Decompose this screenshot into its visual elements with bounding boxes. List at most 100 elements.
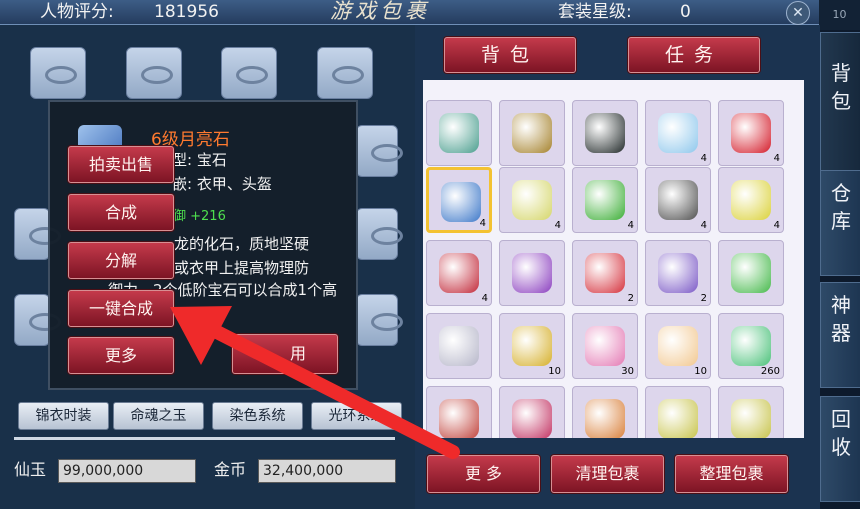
bag-slot[interactable] <box>645 386 711 438</box>
tab-task[interactable]: 任务 <box>628 37 760 73</box>
bag-slot[interactable] <box>572 386 638 438</box>
bag-slot[interactable] <box>426 313 492 379</box>
use-button[interactable]: 用 <box>232 334 338 374</box>
fruit-tree-icon <box>439 399 479 438</box>
more-menu-button[interactable]: 更多 <box>68 337 174 374</box>
bag-slot[interactable]: 4 <box>645 100 711 166</box>
item-count: 10 <box>548 366 561 377</box>
equip-slot[interactable] <box>30 47 86 99</box>
red-gem-icon <box>731 113 771 153</box>
side-tab-bag-char1: 背 <box>831 61 851 85</box>
item-count: 10 <box>694 366 707 377</box>
auction-button[interactable]: 拍卖出售 <box>68 146 174 183</box>
item-count: 2 <box>700 293 707 304</box>
sprout-icon <box>658 399 698 438</box>
bag-slot[interactable] <box>718 240 784 306</box>
purple-star-icon <box>512 253 552 293</box>
bag-slot[interactable]: 4 <box>499 167 565 233</box>
close-icon[interactable]: ✕ <box>792 5 804 21</box>
more-button[interactable]: 更 多 <box>427 455 540 493</box>
bag-slot[interactable]: 10 <box>645 313 711 379</box>
green-star-icon <box>731 253 771 293</box>
bag-slot[interactable]: 4 <box>645 167 711 233</box>
item-count: 4 <box>700 153 707 164</box>
equip-slot[interactable] <box>356 208 403 260</box>
side-tab-bag[interactable]: 背包 <box>820 32 860 172</box>
bag-slot[interactable]: 4 <box>572 167 638 233</box>
ring-icon <box>512 113 552 153</box>
bag-slot[interactable]: 2 <box>572 240 638 306</box>
item-type: 型: 宝石 <box>172 151 227 169</box>
item-count: 4 <box>773 153 780 164</box>
split-button[interactable]: 分解 <box>68 242 174 279</box>
silver-star-icon <box>439 326 479 366</box>
equip-slot[interactable] <box>14 208 61 260</box>
equip-slot[interactable] <box>317 47 373 99</box>
bag-slot[interactable]: 260 <box>718 313 784 379</box>
rating-label: 人物评分: <box>40 2 114 22</box>
side-tab-recycle[interactable]: 回收 <box>820 396 860 502</box>
window-title: 游戏包裹 <box>330 0 430 23</box>
one-key-compose-button[interactable]: 一键合成 <box>68 290 174 327</box>
bag-slot[interactable] <box>718 386 784 438</box>
side-tab-warehouse[interactable]: 仓库 <box>820 170 860 276</box>
equip-slot[interactable] <box>221 47 277 99</box>
compose-button[interactable]: 合成 <box>68 194 174 231</box>
green-crystal-icon <box>731 326 771 366</box>
gold-label: 金币 <box>214 460 247 479</box>
equip-slot[interactable] <box>126 47 182 99</box>
tab-aura[interactable]: 光环系统 <box>311 402 402 430</box>
xianyu-label: 仙玉 <box>14 460 47 479</box>
item-count: 30 <box>621 366 634 377</box>
sort-bag-button[interactable]: 整理包裹 <box>675 455 788 493</box>
bag-slot[interactable] <box>426 386 492 438</box>
item-count: 4 <box>700 220 707 231</box>
side-tab-warehouse-char1: 仓 <box>831 181 851 205</box>
item-inlay: 嵌: 衣甲、头盔 <box>172 175 272 193</box>
bag-slot[interactable] <box>499 100 565 166</box>
side-tab-artifact-char2: 器 <box>831 321 851 345</box>
edge-text: 10 <box>832 8 847 21</box>
red-star-icon <box>585 253 625 293</box>
bag-slot[interactable] <box>426 100 492 166</box>
tab-dye[interactable]: 染色系统 <box>212 402 303 430</box>
side-tab-artifact-char1: 神 <box>831 293 851 317</box>
rating-value: 181956 <box>154 2 219 22</box>
bag-slot[interactable]: 2 <box>645 240 711 306</box>
twin-sprout-icon <box>585 399 625 438</box>
green-gem-icon <box>585 180 625 220</box>
prism-icon <box>585 326 625 366</box>
equip-slot[interactable] <box>356 294 403 346</box>
item-desc-2: 或衣甲上提高物理防 <box>174 259 310 277</box>
item-desc-1: 龙的化石，质地坚硬 <box>174 235 310 253</box>
bag-slot[interactable]: 4 <box>426 167 492 233</box>
sprout-icon-2 <box>731 399 771 438</box>
moonstone-icon <box>441 182 481 222</box>
close-button[interactable]: ✕ <box>786 1 810 25</box>
equip-slot[interactable] <box>356 125 403 177</box>
item-count: 260 <box>760 366 780 377</box>
side-tab-artifact[interactable]: 神器 <box>820 282 860 388</box>
pearl-icon <box>658 326 698 366</box>
gold-value: 32,400,000 <box>258 459 396 483</box>
gourd-icon <box>512 326 552 366</box>
set-level-value: 0 <box>680 2 691 22</box>
bag-slot[interactable] <box>499 240 565 306</box>
bag-slot[interactable]: 4 <box>426 240 492 306</box>
yellow-gem-icon <box>731 180 771 220</box>
armor-icon <box>439 113 479 153</box>
side-tab-bag-char2: 包 <box>831 89 851 113</box>
tab-fashion[interactable]: 锦衣时装 <box>18 402 109 430</box>
clean-bag-button[interactable]: 清理包裹 <box>551 455 664 493</box>
bag-slot[interactable] <box>572 100 638 166</box>
bag-slot[interactable]: 10 <box>499 313 565 379</box>
bag-slot[interactable]: 4 <box>718 167 784 233</box>
equip-slot[interactable] <box>14 294 61 346</box>
bag-slot[interactable]: 30 <box>572 313 638 379</box>
bag-slot[interactable] <box>499 386 565 438</box>
item-count: 4 <box>773 220 780 231</box>
tab-soul-jade[interactable]: 命魂之玉 <box>113 402 204 430</box>
tab-bag[interactable]: 背包 <box>444 37 576 73</box>
bag-slot[interactable]: 4 <box>718 100 784 166</box>
top-bar: 人物评分: 181956 游戏包裹 套装星级: 0 ✕ <box>0 0 860 25</box>
